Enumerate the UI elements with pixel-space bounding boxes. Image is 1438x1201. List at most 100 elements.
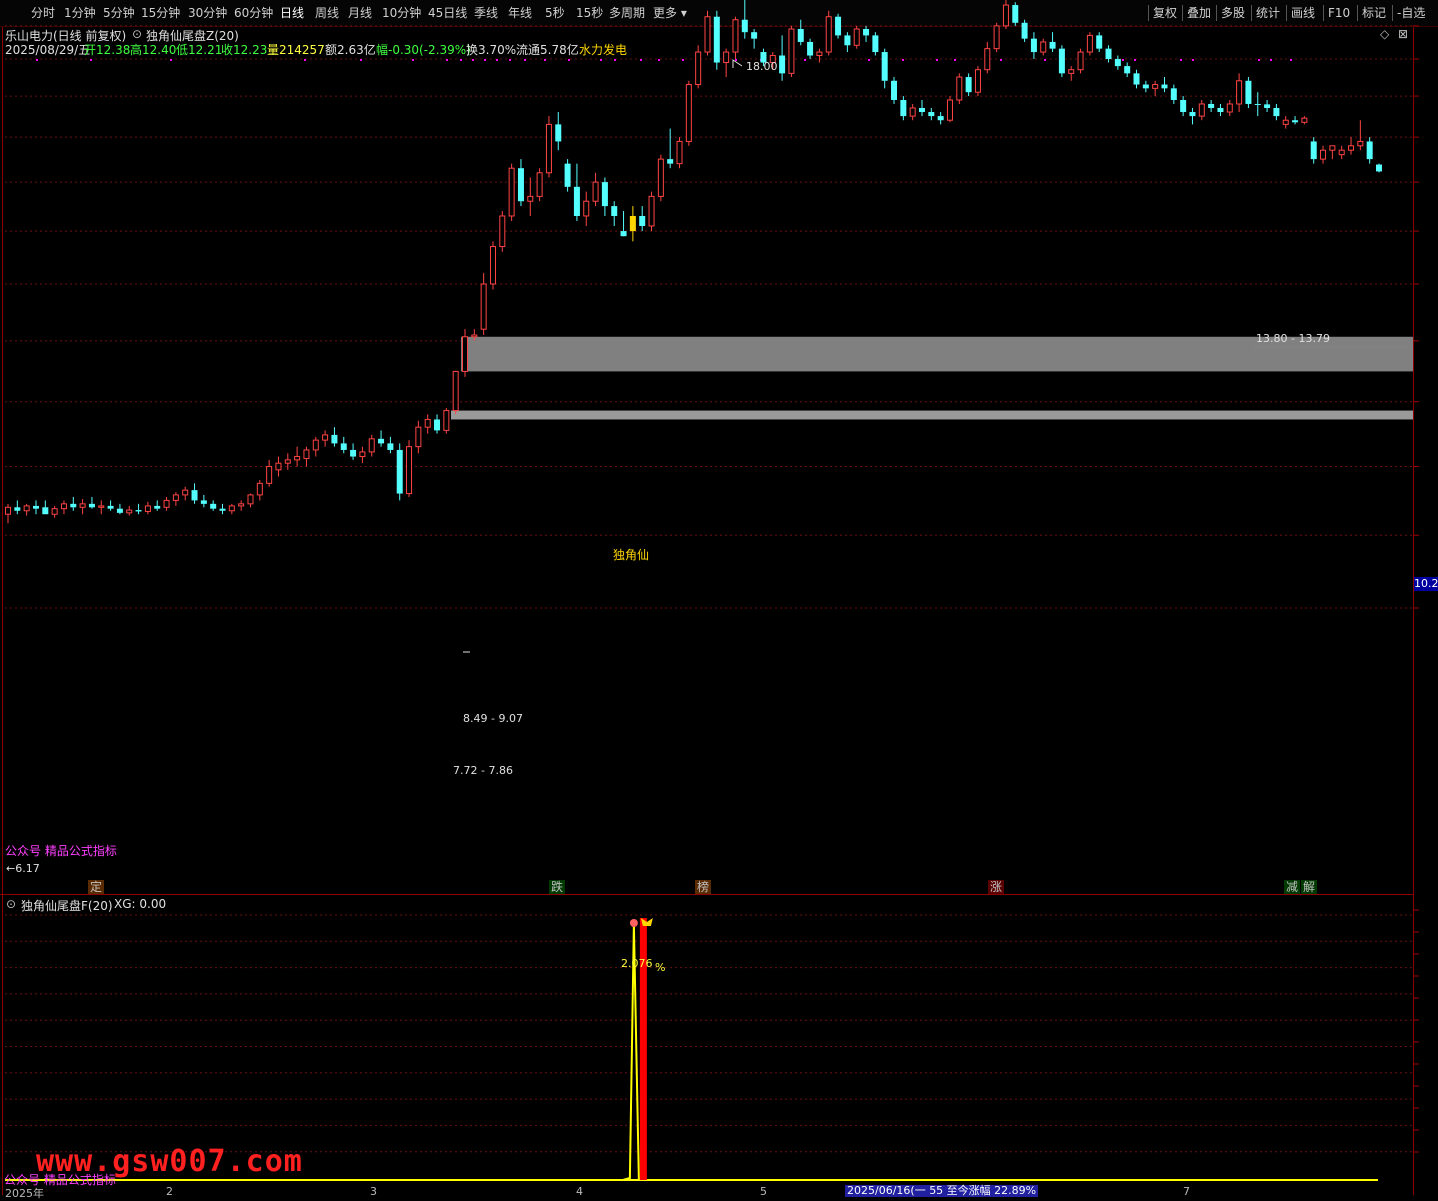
- candle-body-down: [378, 438, 385, 444]
- candle-body-down: [751, 32, 758, 39]
- candle-body-down: [937, 116, 944, 121]
- candle-body-down: [1105, 48, 1112, 59]
- indicator-toggle-icon-2[interactable]: ⊙: [6, 897, 16, 911]
- signal-dot: [1290, 59, 1292, 61]
- signal-dot: [1258, 59, 1260, 61]
- event-tag-jian[interactable]: 减: [1284, 880, 1301, 894]
- candle-body-up: [648, 195, 655, 227]
- candle-body-up: [1086, 34, 1093, 53]
- candle-body-up: [424, 418, 431, 428]
- event-tag-jie[interactable]: 解: [1301, 880, 1318, 894]
- signal-dot: [936, 59, 938, 61]
- candle-body-up: [993, 25, 1000, 50]
- candle-body-down: [1170, 88, 1177, 101]
- event-tag-ding[interactable]: 定: [88, 880, 105, 894]
- candle-body-down: [396, 449, 403, 494]
- candle-body-up: [51, 508, 58, 515]
- candle-body-up: [592, 181, 599, 202]
- x-axis-label-6: 7: [1183, 1185, 1190, 1198]
- candle-body-up: [98, 505, 105, 508]
- candle-body-up: [685, 84, 692, 142]
- candle-body-down: [1310, 141, 1317, 160]
- candle-body-down: [42, 507, 49, 515]
- candle-body-up: [126, 509, 133, 514]
- candle-body-up: [182, 489, 189, 496]
- candle-body-up: [695, 51, 702, 86]
- lower-support-band: [451, 410, 1413, 420]
- kline-chart[interactable]: [0, 0, 1438, 1195]
- x-axis-label-4: 5: [760, 1185, 767, 1198]
- candle-body-down: [891, 80, 898, 101]
- candle-body-down: [350, 449, 357, 457]
- upper-band-label: 8.49 - 9.07: [463, 712, 523, 725]
- candle-body-up: [676, 140, 683, 165]
- candle-body-down: [1133, 73, 1140, 85]
- event-tag-zhang[interactable]: 涨: [988, 880, 1005, 894]
- candle-body-up: [909, 107, 916, 117]
- candle-body-down: [872, 35, 879, 53]
- signal-dot: [682, 59, 684, 61]
- candle-body-up: [704, 16, 711, 53]
- candle-body-up: [266, 466, 273, 484]
- candle-body-down: [1180, 100, 1187, 113]
- candle-body-up: [228, 505, 235, 512]
- candle-body-down: [1096, 35, 1103, 49]
- candle-body-up: [1152, 84, 1159, 89]
- signal-dot: [568, 59, 570, 61]
- signal-candle: [629, 215, 636, 232]
- candle-body-up: [536, 172, 543, 197]
- candle-body-down: [154, 505, 161, 509]
- candle-body-down: [573, 186, 580, 216]
- candle-body-down: [116, 508, 123, 513]
- candle-body-up: [1236, 80, 1243, 105]
- candle-body-up: [471, 334, 478, 338]
- candle-body-up: [480, 283, 487, 330]
- candle-body-up: [1329, 145, 1336, 151]
- candle-body-up: [583, 200, 590, 217]
- candle-body-up: [657, 158, 664, 197]
- signal-dot: [1270, 59, 1272, 61]
- candle-body-up: [1348, 145, 1355, 151]
- candle-body-up: [527, 195, 534, 202]
- candle-body-down: [919, 107, 925, 113]
- candle-body-up: [545, 123, 552, 174]
- candle-body-down: [70, 503, 77, 508]
- candle-body-down: [844, 35, 851, 46]
- candle-body-up: [956, 76, 963, 101]
- signal-dot: [412, 59, 414, 61]
- signal-dot: [472, 59, 474, 61]
- candle-body-down: [1254, 103, 1261, 105]
- candle-body-down: [191, 490, 198, 501]
- candle-body-down: [1264, 104, 1271, 108]
- signal-dot: [304, 59, 306, 61]
- signal-label: 独角仙: [613, 548, 650, 562]
- candle-body-up: [946, 99, 953, 121]
- indicator-pane-title[interactable]: 独角仙尾盘F(20): [21, 897, 113, 914]
- candle-body-up: [284, 459, 291, 464]
- candle-body-up: [368, 438, 375, 453]
- candle-body-up: [1338, 149, 1345, 156]
- candle-body-down: [863, 29, 870, 36]
- candle-body-up: [825, 16, 832, 53]
- candle-body-up: [172, 494, 179, 501]
- signal-dot: [600, 59, 602, 61]
- x-axis-label-1: 2: [166, 1185, 173, 1198]
- high-price-marker: 18.00: [746, 60, 778, 73]
- bottom-note: 2025/06/16(一 55 至今涨幅 22.89%: [845, 1184, 1039, 1197]
- candle-body-up: [1068, 69, 1075, 74]
- candle-body-up: [406, 446, 413, 495]
- candle-body-down: [881, 52, 888, 81]
- candle-body-down: [900, 100, 907, 117]
- signal-dot: [1044, 59, 1046, 61]
- candle-body-up: [732, 19, 739, 53]
- candle-body-down: [1021, 22, 1028, 39]
- candle-body-down: [1217, 107, 1224, 113]
- signal-dot: [954, 59, 956, 61]
- event-tag-die[interactable]: 跌: [549, 880, 566, 894]
- site-watermark: www.gsw007.com: [36, 1144, 303, 1179]
- candle-body-up: [275, 462, 282, 471]
- candle-body-up: [974, 69, 981, 93]
- signal-dot: [902, 59, 904, 61]
- event-tag-bang[interactable]: 榜: [695, 880, 712, 894]
- candle-body-up: [294, 456, 301, 461]
